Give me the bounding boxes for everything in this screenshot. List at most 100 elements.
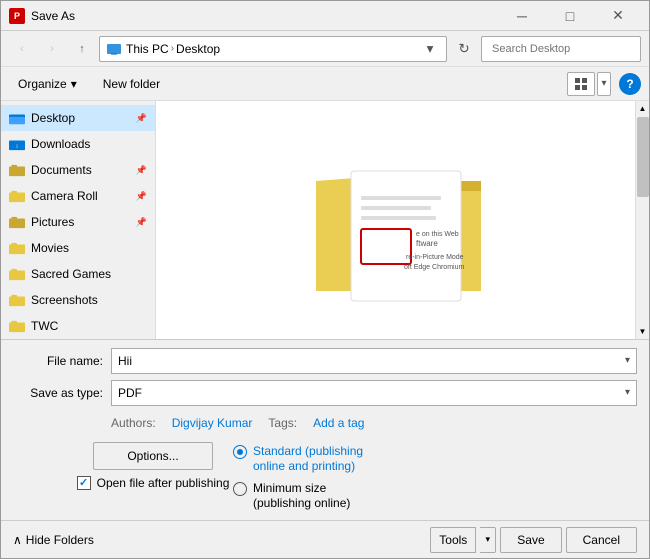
right-scrollbar: ▲ ▼ [635,101,649,339]
file-name-input[interactable] [118,354,625,368]
radio-minimum[interactable] [233,482,247,496]
pin-icon: 📌 [136,113,147,124]
metadata-row: Authors: Digvijay Kumar Tags: Add a tag [111,412,637,434]
search-input[interactable] [492,43,634,55]
main-content: Desktop 📌 ↓ Downloads Documents 📌 [1,101,649,339]
twc-icon [9,320,25,333]
sidebar: Desktop 📌 ↓ Downloads Documents 📌 [1,101,156,339]
sidebar-item-camera-roll[interactable]: Camera Roll 📌 [1,183,155,209]
scrollbar-up-button[interactable]: ▲ [636,101,650,115]
view-dropdown-button[interactable]: ▾ [597,72,611,96]
hide-folders-chevron: ∧ [13,533,22,547]
sidebar-item-movies[interactable]: Movies [1,235,155,261]
sidebar-item-documents[interactable]: Documents 📌 [1,157,155,183]
svg-text:re-in-Picture Mode: re-in-Picture Mode [406,254,464,261]
sidebar-item-pictures[interactable]: Pictures 📌 [1,209,155,235]
options-area: Options... ✓ Open file after publishing … [13,442,637,512]
tools-button[interactable]: Tools [430,527,476,553]
radio-minimum-row: Minimum size(publishing online) [233,481,637,512]
minimize-button[interactable]: ─ [499,1,545,31]
save-as-type-value: PDF [118,386,625,400]
help-button[interactable]: ? [619,73,641,95]
radio-standard-label: Standard (publishingonline and printing) [253,444,363,475]
sacred-games-icon [9,268,25,281]
forward-button[interactable]: › [39,36,65,62]
tags-value[interactable]: Add a tag [313,416,364,430]
pictures-icon [9,216,25,229]
svg-text:↓: ↓ [15,142,18,149]
radio-minimum-label: Minimum size(publishing online) [253,481,350,512]
svg-text:e on this Web: e on this Web [416,231,459,238]
nav-bar: ‹ › ↑ This PC › Desktop ▾ ↻ [1,31,649,67]
bottom-panel: File name: ▾ Save as type: PDF ▾ Authors… [1,339,649,520]
movies-icon [9,242,25,255]
options-right: Standard (publishingonline and printing)… [233,442,637,512]
search-box[interactable] [481,36,641,62]
save-as-type-row: Save as type: PDF ▾ [13,380,637,406]
tools-dropdown-button[interactable]: ▾ [480,527,496,553]
maximize-button[interactable]: □ [547,1,593,31]
file-area: ftware re-in-Picture Mode oft Edge Chrom… [156,101,635,339]
desktop-folder-icon [9,112,25,125]
save-as-type-label: Save as type: [13,386,103,400]
organize-dropdown-icon: ▾ [71,77,77,91]
up-button[interactable]: ↑ [69,36,95,62]
address-this-pc: This PC [126,42,169,56]
documents-icon [9,164,25,177]
pin-icon-camera: 📌 [136,191,147,202]
open-file-checkbox[interactable]: ✓ [77,476,91,490]
footer: ∧ Hide Folders Tools ▾ Save Cancel [1,520,649,558]
hide-folders-label: Hide Folders [26,533,94,547]
file-name-field[interactable]: ▾ [111,348,637,374]
sidebar-item-sacred-games[interactable]: Sacred Games [1,261,155,287]
pin-icon-docs: 📌 [136,165,147,176]
radio-standard-row: Standard (publishingonline and printing) [233,444,637,475]
sidebar-item-desktop[interactable]: Desktop 📌 [1,105,155,131]
toolbar: Organize ▾ New folder ▾ ? [1,67,649,101]
options-left: Options... ✓ Open file after publishing [13,442,233,490]
save-type-dropdown-icon: ▾ [625,387,630,398]
view-button[interactable] [567,72,595,96]
save-button[interactable]: Save [500,527,561,553]
folder-illustration: ftware re-in-Picture Mode oft Edge Chrom… [296,121,496,311]
options-button[interactable]: Options... [93,442,213,470]
save-as-type-field[interactable]: PDF ▾ [111,380,637,406]
svg-text:oft Edge Chromium: oft Edge Chromium [404,264,464,271]
authors-value[interactable]: Digvijay Kumar [172,416,253,430]
title-controls: ─ □ ✕ [499,1,641,31]
svg-text:ftware: ftware [416,239,438,248]
sidebar-item-twc[interactable]: TWC [1,313,155,339]
close-button[interactable]: ✕ [595,1,641,31]
cancel-button[interactable]: Cancel [566,527,637,553]
app-icon: P [9,8,25,24]
sidebar-item-downloads[interactable]: ↓ Downloads [1,131,155,157]
organize-button[interactable]: Organize ▾ [9,71,86,97]
camera-roll-icon [9,190,25,203]
address-parts: This PC › Desktop [126,42,416,56]
refresh-button[interactable]: ↻ [451,36,477,62]
hide-folders-button[interactable]: ∧ Hide Folders [13,533,94,547]
open-file-label: Open file after publishing [97,476,230,490]
scrollbar-thumb[interactable] [637,117,649,197]
downloads-icon: ↓ [9,138,25,151]
view-icon [574,77,588,91]
screenshots-icon [9,294,25,307]
new-folder-button[interactable]: New folder [94,71,169,97]
dialog-title: Save As [31,9,499,23]
save-as-dialog: P Save As ─ □ ✕ ‹ › ↑ This PC › Desktop … [0,0,650,559]
sidebar-item-screenshots[interactable]: Screenshots [1,287,155,313]
address-bar[interactable]: This PC › Desktop ▾ [99,36,447,62]
this-pc-icon [106,41,122,57]
open-file-row: ✓ Open file after publishing [77,476,230,490]
address-dropdown-button[interactable]: ▾ [420,37,440,61]
back-button[interactable]: ‹ [9,36,35,62]
file-name-row: File name: ▾ [13,348,637,374]
scrollbar-down-button[interactable]: ▼ [636,325,650,339]
title-bar: P Save As ─ □ ✕ [1,1,649,31]
tags-label: Tags: [268,416,297,430]
footer-actions: Tools ▾ Save Cancel [430,527,637,553]
address-desktop: Desktop [176,42,220,56]
checkbox-check-icon: ✓ [79,476,88,489]
pin-icon-pictures: 📌 [136,217,147,228]
radio-standard[interactable] [233,445,247,459]
